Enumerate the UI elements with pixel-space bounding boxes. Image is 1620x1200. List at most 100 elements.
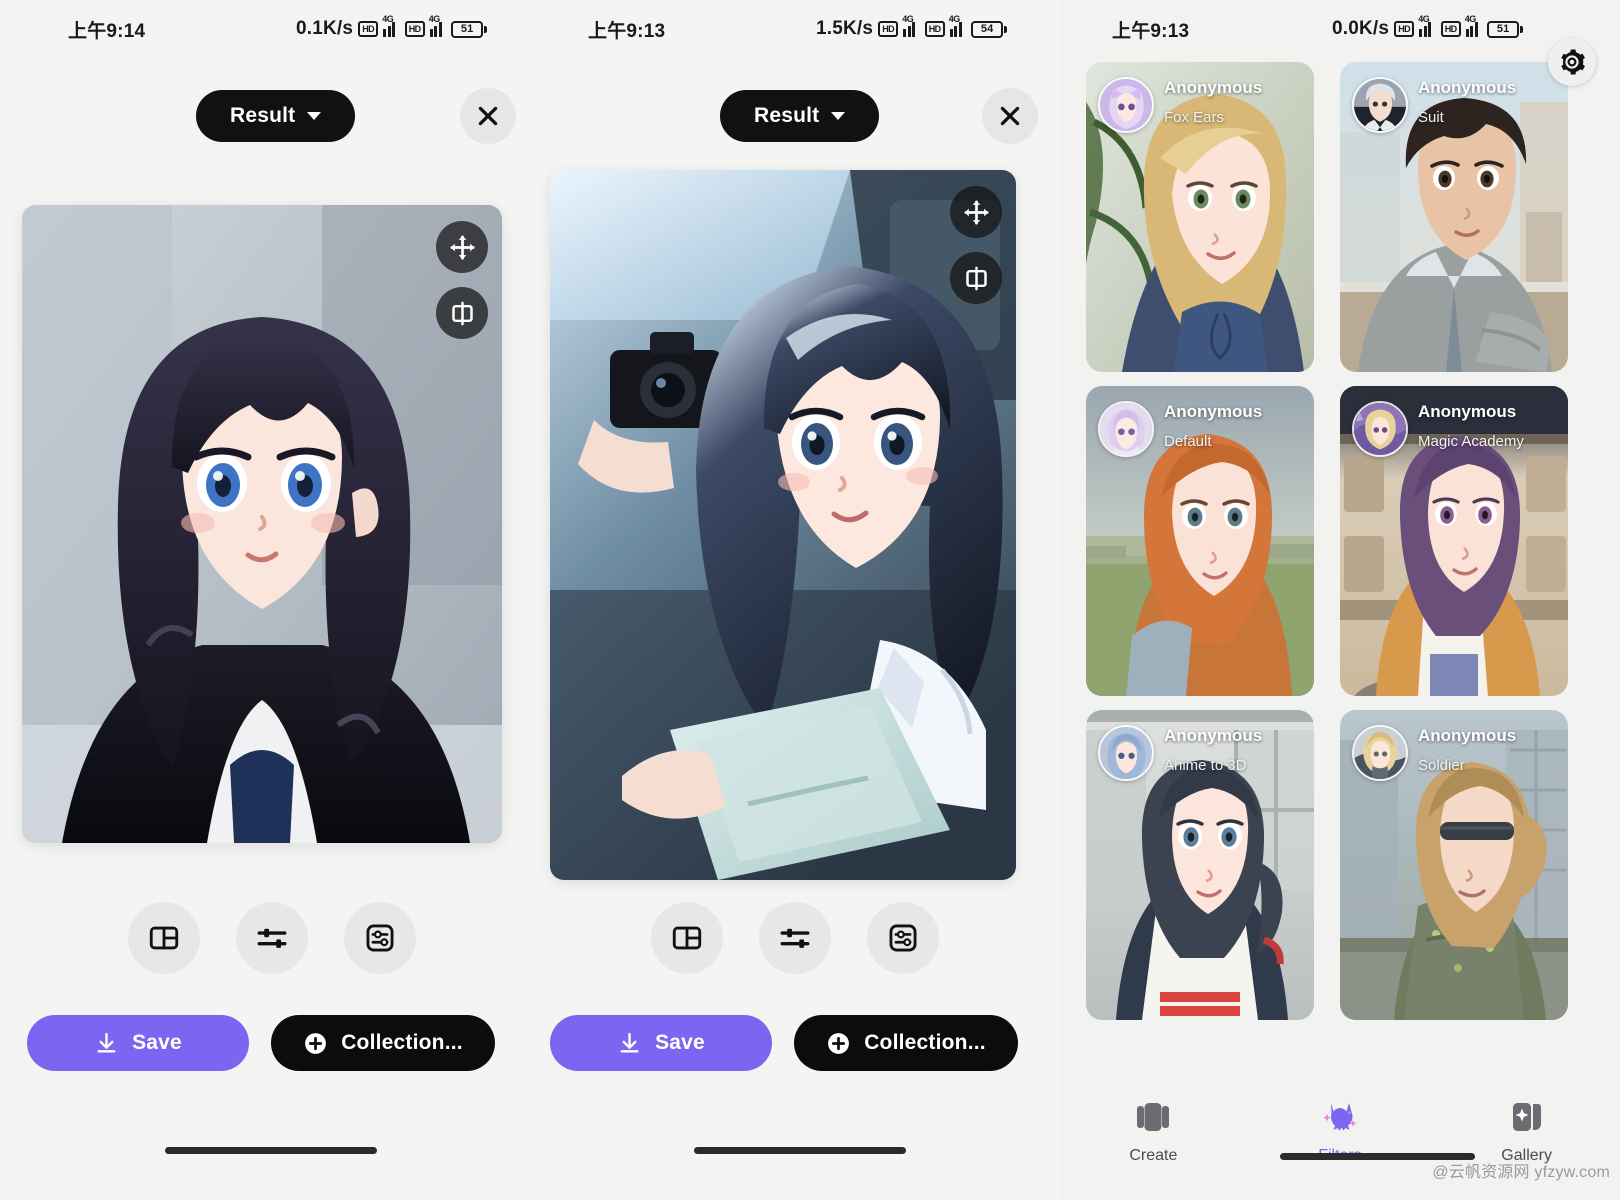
card-header: Anonymous Fox Ears	[1086, 62, 1314, 148]
settings-button[interactable]	[1548, 38, 1596, 86]
avatar-image-6	[1354, 727, 1406, 779]
move-button-a[interactable]	[436, 221, 488, 273]
save-label-b: Save	[655, 1031, 705, 1054]
layout-button-b[interactable]	[651, 902, 723, 974]
nav-label-create: Create	[1129, 1147, 1178, 1164]
result-dropdown-a[interactable]: Result	[196, 90, 356, 142]
panel-filters: 上午9:13 0.0K/s HD 4G HD 4G 51 Anonymous F…	[1060, 0, 1620, 1200]
cat-sparkle-icon	[1323, 1103, 1357, 1131]
close-icon-b	[1000, 106, 1020, 126]
save-button-b[interactable]: Save	[550, 1015, 772, 1071]
close-icon	[478, 106, 498, 126]
result-artwork-b	[550, 170, 1016, 880]
save-label: Save	[132, 1031, 182, 1054]
signal-icon-b: 4G	[902, 14, 920, 37]
filter-card-default[interactable]: Anonymous Default	[1086, 386, 1314, 696]
avatar-4	[1352, 401, 1408, 457]
result-label: Result	[230, 104, 296, 127]
hd-icon-c2: HD	[1440, 21, 1461, 37]
move-icon	[449, 234, 475, 260]
nav-icon-create	[1133, 1096, 1173, 1138]
move-button-b[interactable]	[950, 186, 1002, 238]
status-bar-c: 上午9:13 0.0K/s HD 4G HD 4G 51	[1060, 0, 1620, 58]
result-dropdown-b[interactable]: Result	[720, 90, 880, 142]
card-tag-6: Soldier	[1418, 756, 1465, 774]
hd-icon-b: HD	[878, 21, 899, 37]
avatar-image-2	[1354, 79, 1406, 131]
layout-button-a[interactable]	[128, 902, 200, 974]
avatar-image-4	[1354, 403, 1406, 455]
battery-icon-b: 54	[971, 20, 1008, 38]
card-header-3: Anonymous Default	[1086, 386, 1314, 472]
compare-split-icon-b	[965, 266, 987, 290]
result-artwork-a	[22, 205, 502, 843]
hd-icon-2: HD	[404, 21, 425, 37]
download-icon-b	[620, 1032, 639, 1053]
card-tag: Fox Ears	[1164, 108, 1225, 126]
card-header-2: Anonymous Suit	[1340, 62, 1568, 148]
compare-button-a[interactable]	[436, 287, 488, 339]
layout-icon	[149, 926, 179, 950]
filter-card-anime-to-3d[interactable]: Anonymous Anime to 3D	[1086, 710, 1314, 1020]
filter-card-grid: Anonymous Fox Ears Anonymous Suit Anonym…	[1060, 58, 1620, 1020]
battery-level: 51	[451, 20, 484, 38]
close-button-b[interactable]	[982, 88, 1038, 144]
parameters-button-a[interactable]	[344, 902, 416, 974]
card-header-5: Anonymous Anime to 3D	[1086, 710, 1314, 796]
screenshot-montage: 上午9:14 0.1K/s HD 4G HD 4G 51 Result Save…	[0, 0, 1620, 1200]
status-net-speed: 0.1K/s	[296, 18, 354, 39]
hd-icon: HD	[358, 21, 379, 37]
parameters-button-b[interactable]	[867, 902, 939, 974]
collection-label: Collection...	[341, 1031, 463, 1054]
avatar-image	[1100, 79, 1152, 131]
nav-item-create[interactable]: Create	[1088, 1096, 1218, 1165]
battery-level-c: 51	[1487, 20, 1520, 38]
collection-button-a[interactable]: Collection...	[271, 1015, 495, 1071]
collection-button-b[interactable]: Collection...	[794, 1015, 1018, 1071]
adjust-sliders-icon-b	[780, 928, 810, 948]
card-header-6: Anonymous Soldier	[1340, 710, 1568, 796]
image-overlay-controls-a	[436, 221, 488, 339]
collection-label-b: Collection...	[864, 1031, 986, 1054]
parameters-icon-b	[889, 924, 917, 952]
avatar-image-3	[1100, 403, 1152, 455]
status-time-b: 上午9:13	[588, 20, 666, 42]
filter-card-fox-ears[interactable]: Anonymous Fox Ears	[1086, 62, 1314, 372]
card-tag-2: Suit	[1418, 108, 1444, 126]
filter-card-suit[interactable]: Anonymous Suit	[1340, 62, 1568, 372]
card-tag-3: Default	[1164, 432, 1212, 450]
status-net-speed-c: 0.0K/s	[1332, 18, 1390, 39]
filter-card-magic-academy[interactable]: Anonymous Magic Academy	[1340, 386, 1568, 696]
compare-split-icon	[451, 301, 473, 325]
status-bar-b: 上午9:13 1.5K/s HD 4G HD 4G 54	[540, 0, 1060, 58]
card-username-5: Anonymous	[1164, 726, 1263, 745]
save-button-a[interactable]: Save	[27, 1015, 249, 1071]
close-button-a[interactable]	[460, 88, 516, 144]
layout-icon-b	[672, 926, 702, 950]
status-time: 上午9:14	[68, 20, 146, 42]
status-time-c: 上午9:13	[1112, 20, 1190, 42]
signal-icon-2: 4G	[429, 14, 447, 37]
card-username-2: Anonymous	[1418, 78, 1517, 97]
tool-row-a	[128, 902, 416, 974]
avatar-2	[1352, 77, 1408, 133]
compare-button-b[interactable]	[950, 252, 1002, 304]
plus-circle-icon-b	[828, 1032, 850, 1054]
adjust-sliders-icon	[257, 928, 287, 948]
action-row-b: Save Collection...	[550, 1015, 1018, 1071]
download-icon	[97, 1032, 116, 1053]
nav-icon-filters	[1320, 1096, 1360, 1138]
cards-stack-icon	[1137, 1103, 1170, 1131]
adjust-button-a[interactable]	[236, 902, 308, 974]
image-overlay-controls-b	[950, 186, 1002, 304]
filter-card-soldier[interactable]: Anonymous Soldier	[1340, 710, 1568, 1020]
nav-item-gallery[interactable]: Gallery	[1462, 1096, 1592, 1165]
result-image-a[interactable]	[22, 205, 502, 843]
adjust-button-b[interactable]	[759, 902, 831, 974]
card-header-4: Anonymous Magic Academy	[1340, 386, 1568, 472]
result-image-b[interactable]	[550, 170, 1016, 880]
gear-icon	[1561, 49, 1585, 75]
parameters-icon	[366, 924, 394, 952]
panel-result-b: 上午9:13 1.5K/s HD 4G HD 4G 54 Result Save…	[540, 0, 1060, 1200]
card-tag-5: Anime to 3D	[1164, 756, 1247, 774]
